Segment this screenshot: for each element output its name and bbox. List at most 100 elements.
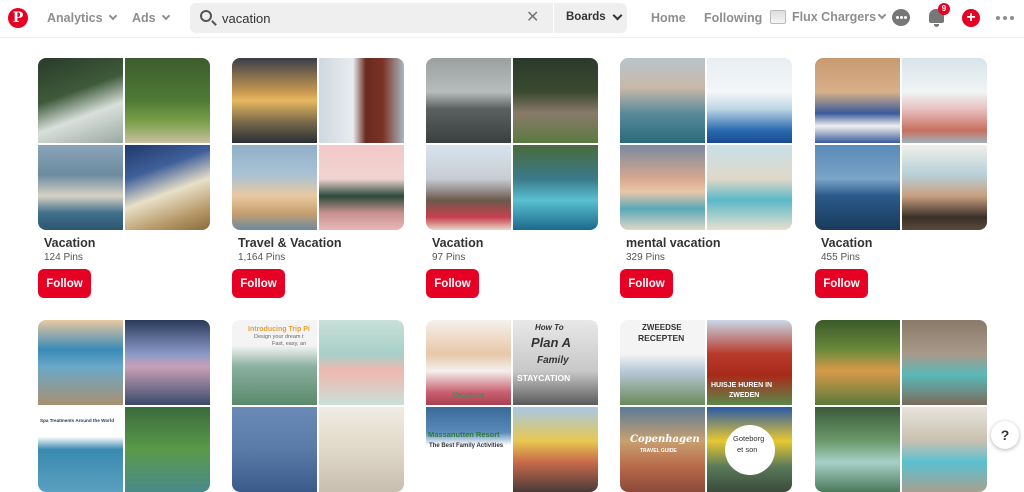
zweden-text: ZWEDEN xyxy=(729,392,760,399)
trip-sub1-text: Design your dream t xyxy=(254,334,304,340)
lake-reflection-image xyxy=(125,320,210,405)
woman-harbor-image xyxy=(319,58,404,143)
profile-name: Flux Chargers xyxy=(792,10,877,24)
ads-dropdown[interactable]: Ads xyxy=(132,11,170,25)
avatar xyxy=(770,10,786,24)
board-collage[interactable]: Vacations How To Plan A Family STAYCATIO… xyxy=(426,320,598,492)
rock-pools-image xyxy=(902,320,987,405)
board-title[interactable]: Vacation xyxy=(44,236,95,250)
board-collage[interactable] xyxy=(815,58,987,230)
follow-button[interactable]: Follow xyxy=(815,269,868,298)
board-title[interactable]: Travel & Vacation xyxy=(238,236,342,250)
follow-button[interactable]: Follow xyxy=(620,269,673,298)
swedish-recipes-image: ZWEEDSE RECEPTEN xyxy=(620,320,705,405)
red-cabin-image: HUISJE HUREN IN ZWEDEN xyxy=(707,320,792,405)
board-title[interactable]: Vacation xyxy=(821,236,872,250)
pin-count: 329 Pins xyxy=(626,252,665,263)
et-son-text: et son xyxy=(737,445,758,454)
recepten-text: RECEPTEN xyxy=(638,333,685,343)
beach-flowers-image xyxy=(232,145,317,230)
home-link[interactable]: Home xyxy=(651,11,686,25)
board-collage[interactable] xyxy=(620,58,792,230)
chevron-down-icon xyxy=(108,11,117,21)
board-collage[interactable] xyxy=(426,58,598,230)
family-text: Family xyxy=(537,355,569,366)
rock-cove-image xyxy=(707,145,792,230)
balcony-couple-image xyxy=(902,145,987,230)
white-architecture-image xyxy=(707,58,792,143)
misty-sea-image xyxy=(426,58,511,143)
analytics-dropdown[interactable]: Analytics xyxy=(47,11,117,25)
waterfall-image xyxy=(815,407,900,492)
woman-pink-shirt-image xyxy=(902,58,987,143)
blue-lagoon-image xyxy=(513,145,598,230)
chevron-down-icon xyxy=(877,10,887,20)
ocean-swim-image xyxy=(815,145,900,230)
create-plus-icon[interactable]: + xyxy=(962,9,980,27)
board-collage[interactable] xyxy=(815,320,987,492)
help-button[interactable]: ? xyxy=(991,421,1019,449)
spa-treatments-image: Spa Treatments Around the World xyxy=(38,407,123,492)
plan-a-text: Plan A xyxy=(531,335,571,350)
clear-water-image xyxy=(38,320,123,405)
follow-button[interactable]: Follow xyxy=(232,269,285,298)
chevron-down-icon xyxy=(161,11,170,21)
search-scope-dropdown[interactable]: Boards xyxy=(566,10,623,23)
spa-treatments-text: Spa Treatments Around the World xyxy=(40,418,115,423)
blue-swimsuit-image xyxy=(232,407,317,492)
paris-balcony-image xyxy=(426,145,511,230)
zweedse-text: ZWEEDSE xyxy=(642,323,682,332)
vacations-flatlay-image: Vacations xyxy=(426,320,511,405)
pin-count: 124 Pins xyxy=(44,252,83,263)
garden-image xyxy=(125,58,210,143)
vacations-text: Vacations xyxy=(452,392,485,399)
pinterest-logo-icon[interactable]: P xyxy=(8,8,28,28)
turquoise-terraces-image xyxy=(902,407,987,492)
follow-button[interactable]: Follow xyxy=(38,269,91,298)
following-link[interactable]: Following xyxy=(704,11,762,25)
massanutten-text: Massanutten Resort xyxy=(428,430,500,439)
notification-badge: 9 xyxy=(938,3,950,15)
search-scope-label: Boards xyxy=(566,11,606,23)
goteborg-text: Goteborg xyxy=(733,434,765,443)
pin-count: 1,164 Pins xyxy=(238,252,286,263)
family-activities-text: The Best Family Activities xyxy=(429,443,504,449)
board-collage[interactable] xyxy=(232,58,404,230)
messages-icon[interactable] xyxy=(892,9,910,26)
chevron-down-icon xyxy=(612,10,623,20)
oak-house-image xyxy=(513,58,598,143)
trip-sub2-text: Fast, easy, an xyxy=(272,341,307,347)
waterfall-pool-image xyxy=(125,407,210,492)
sunbathing-image xyxy=(815,58,900,143)
follow-button[interactable]: Follow xyxy=(426,269,479,298)
board-title[interactable]: mental vacation xyxy=(626,236,720,250)
sunset-image xyxy=(232,58,317,143)
board-collage[interactable]: ZWEEDSE RECEPTEN HUISJE HUREN IN ZWEDEN … xyxy=(620,320,792,492)
board-collage[interactable] xyxy=(38,58,210,230)
family-staycation-image: How To Plan A Family STAYCATION xyxy=(513,320,598,405)
search-input[interactable] xyxy=(222,9,512,27)
copenhagen-image: Copenhagen TRAVEL GUIDE xyxy=(620,407,705,492)
travel-guide-text: TRAVEL GUIDE xyxy=(640,448,677,454)
infinity-pool-image xyxy=(319,145,404,230)
spa-tiles-image xyxy=(125,145,210,230)
coastal-boats-image xyxy=(620,58,705,143)
ads-label: Ads xyxy=(132,11,156,25)
trip-planner-image: Introducing Trip Pi Design your dream t … xyxy=(232,320,317,405)
more-options-icon[interactable] xyxy=(996,16,1014,20)
board-collage[interactable]: Introducing Trip Pi Design your dream t … xyxy=(232,320,404,492)
search-bar: ✕ Boards xyxy=(190,3,627,33)
board-title[interactable]: Vacation xyxy=(432,236,483,250)
board-collage[interactable]: Spa Treatments Around the World xyxy=(38,320,210,492)
trip-intro-text: Introducing Trip Pi xyxy=(248,326,310,333)
search-icon xyxy=(200,10,212,22)
white-cardigan-image xyxy=(319,407,404,492)
staycation-text: STAYCATION xyxy=(517,373,571,383)
top-nav-bar: P Analytics Ads ✕ Boards Home Following … xyxy=(0,0,1024,38)
clear-search-icon[interactable]: ✕ xyxy=(526,10,539,26)
huisje-text: HUISJE HUREN IN xyxy=(711,382,773,389)
pin-count: 455 Pins xyxy=(821,252,860,263)
floral-swimsuit-image xyxy=(319,320,404,405)
massanutten-image: Massanutten Resort The Best Family Activ… xyxy=(426,407,511,492)
profile-menu[interactable]: Flux Chargers xyxy=(770,10,887,24)
